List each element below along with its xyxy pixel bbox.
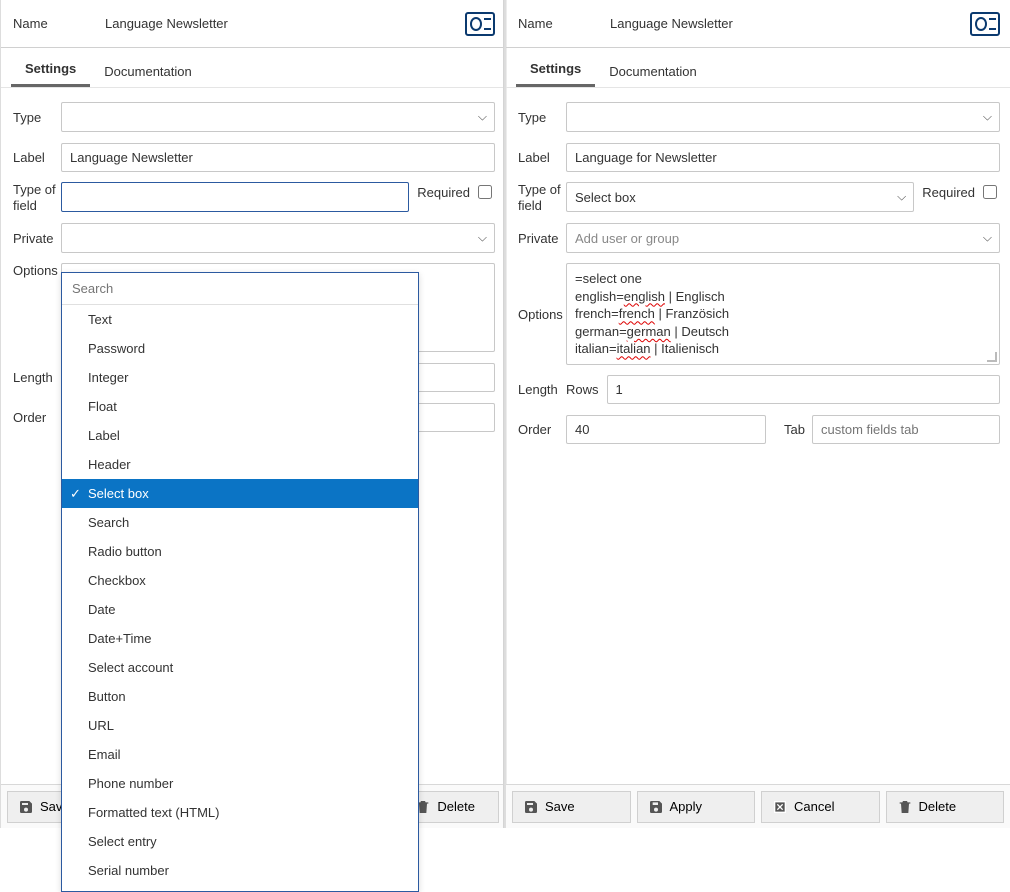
tab-settings[interactable]: Settings bbox=[516, 51, 595, 87]
dropdown-option[interactable]: Button bbox=[62, 682, 418, 711]
dropdown-search-input[interactable] bbox=[62, 273, 418, 305]
apply-button-label: Apply bbox=[670, 799, 703, 814]
dropdown-options-list[interactable]: TextPasswordIntegerFloatLabelHeaderSelec… bbox=[62, 305, 418, 891]
label-label: Label bbox=[518, 150, 566, 165]
resize-handle-icon[interactable] bbox=[987, 352, 997, 362]
dropdown-option[interactable]: Float bbox=[62, 392, 418, 421]
close-icon bbox=[772, 799, 788, 815]
dropdown-option[interactable]: Password bbox=[62, 334, 418, 363]
private-select[interactable]: Add user or group bbox=[566, 223, 1000, 253]
delete-button[interactable]: Delete bbox=[886, 791, 1005, 823]
delete-button-label: Delete bbox=[919, 799, 957, 814]
floppy-icon bbox=[648, 799, 664, 815]
dropdown-option[interactable]: Date+Time bbox=[62, 624, 418, 653]
save-button[interactable]: Save bbox=[512, 791, 631, 823]
required-checkbox[interactable] bbox=[478, 185, 492, 199]
typeoffield-label: Type of field bbox=[518, 182, 566, 213]
apply-button[interactable]: Apply bbox=[637, 791, 756, 823]
tab-documentation[interactable]: Documentation bbox=[595, 54, 710, 87]
save-icon bbox=[523, 799, 539, 815]
typeoffield-select[interactable]: Select box bbox=[566, 182, 914, 212]
dropdown-option[interactable]: Phone number bbox=[62, 769, 418, 798]
required-checkbox[interactable] bbox=[983, 185, 997, 199]
order-input[interactable] bbox=[566, 415, 766, 444]
panel-left: Name Language Newsletter Settings Docume… bbox=[0, 0, 505, 828]
dropdown-option[interactable]: Label bbox=[62, 421, 418, 450]
save-button-label: Save bbox=[545, 799, 575, 814]
options-line: italian=italian | Italienisch bbox=[575, 340, 991, 358]
options-label: Options bbox=[518, 307, 566, 322]
contact-card-icon bbox=[465, 12, 495, 36]
dropdown-option[interactable]: Select box bbox=[62, 479, 418, 508]
header-row: Name Language Newsletter bbox=[506, 0, 1010, 48]
name-label: Name bbox=[13, 16, 105, 31]
dropdown-option[interactable]: - Address Book bbox=[62, 885, 418, 891]
options-line: french=french | Französich bbox=[575, 305, 991, 323]
tab-label: Tab bbox=[784, 422, 812, 437]
name-value: Language Newsletter bbox=[105, 16, 465, 31]
label-input[interactable] bbox=[566, 143, 1000, 172]
header-row: Name Language Newsletter bbox=[1, 0, 505, 48]
typeoffield-select[interactable] bbox=[61, 182, 409, 212]
dropdown-option[interactable]: Header bbox=[62, 450, 418, 479]
options-line: german=german | Deutsch bbox=[575, 323, 991, 341]
dropdown-option[interactable]: Date bbox=[62, 595, 418, 624]
contact-card-icon bbox=[970, 12, 1000, 36]
dropdown-option[interactable]: Serial number bbox=[62, 856, 418, 885]
dropdown-option[interactable]: Integer bbox=[62, 363, 418, 392]
dropdown-option[interactable]: Select account bbox=[62, 653, 418, 682]
panel-right: Name Language Newsletter Settings Docume… bbox=[505, 0, 1010, 828]
tabs: Settings Documentation bbox=[506, 48, 1010, 88]
order-label: Order bbox=[13, 410, 61, 425]
private-label: Private bbox=[518, 231, 566, 246]
name-label: Name bbox=[518, 16, 610, 31]
save-icon bbox=[18, 799, 34, 815]
dropdown-option[interactable]: Checkbox bbox=[62, 566, 418, 595]
dropdown-option[interactable]: URL bbox=[62, 711, 418, 740]
tabs: Settings Documentation bbox=[1, 48, 505, 88]
length-label: Length bbox=[13, 370, 61, 385]
trash-icon bbox=[897, 799, 913, 815]
private-label: Private bbox=[13, 231, 61, 246]
options-line: =select one bbox=[575, 270, 991, 288]
name-value: Language Newsletter bbox=[610, 16, 970, 31]
dropdown-option[interactable]: Email bbox=[62, 740, 418, 769]
dropdown-option[interactable]: Search bbox=[62, 508, 418, 537]
tab-documentation[interactable]: Documentation bbox=[90, 54, 205, 87]
label-input[interactable] bbox=[61, 143, 495, 172]
rows-label: Rows bbox=[566, 382, 599, 397]
type-select[interactable] bbox=[61, 102, 495, 132]
type-label: Type bbox=[13, 110, 61, 125]
length-label: Length bbox=[518, 382, 566, 397]
cancel-button[interactable]: Cancel bbox=[761, 791, 880, 823]
tab-input[interactable] bbox=[812, 415, 1000, 444]
footer: Save Apply Cancel Delete bbox=[506, 784, 1010, 828]
dropdown-option[interactable]: Formatted text (HTML) bbox=[62, 798, 418, 827]
form-area: Type ⌵ Label Type of field Required Priv… bbox=[1, 88, 505, 784]
delete-button-label: Delete bbox=[437, 799, 475, 814]
cancel-button-label: Cancel bbox=[794, 799, 834, 814]
type-label: Type bbox=[518, 110, 566, 125]
options-textarea[interactable]: =select oneenglish=english | Englischfre… bbox=[566, 263, 1000, 365]
form-area: Type ⌵ Label Type of field Select box ⌵ … bbox=[506, 88, 1010, 784]
rows-input[interactable] bbox=[607, 375, 1000, 404]
private-select[interactable] bbox=[61, 223, 495, 253]
typeoffield-dropdown: TextPasswordIntegerFloatLabelHeaderSelec… bbox=[61, 272, 419, 892]
dropdown-option[interactable]: Select entry bbox=[62, 827, 418, 856]
typeoffield-label: Type of field bbox=[13, 182, 61, 213]
required-label: Required bbox=[417, 185, 470, 200]
tab-settings[interactable]: Settings bbox=[11, 51, 90, 87]
dropdown-option[interactable]: Radio button bbox=[62, 537, 418, 566]
options-label: Options bbox=[13, 263, 61, 278]
required-label: Required bbox=[922, 185, 975, 200]
label-label: Label bbox=[13, 150, 61, 165]
options-line: english=english | Englisch bbox=[575, 288, 991, 306]
dropdown-option[interactable]: Text bbox=[62, 305, 418, 334]
type-select[interactable] bbox=[566, 102, 1000, 132]
order-label: Order bbox=[518, 422, 566, 437]
